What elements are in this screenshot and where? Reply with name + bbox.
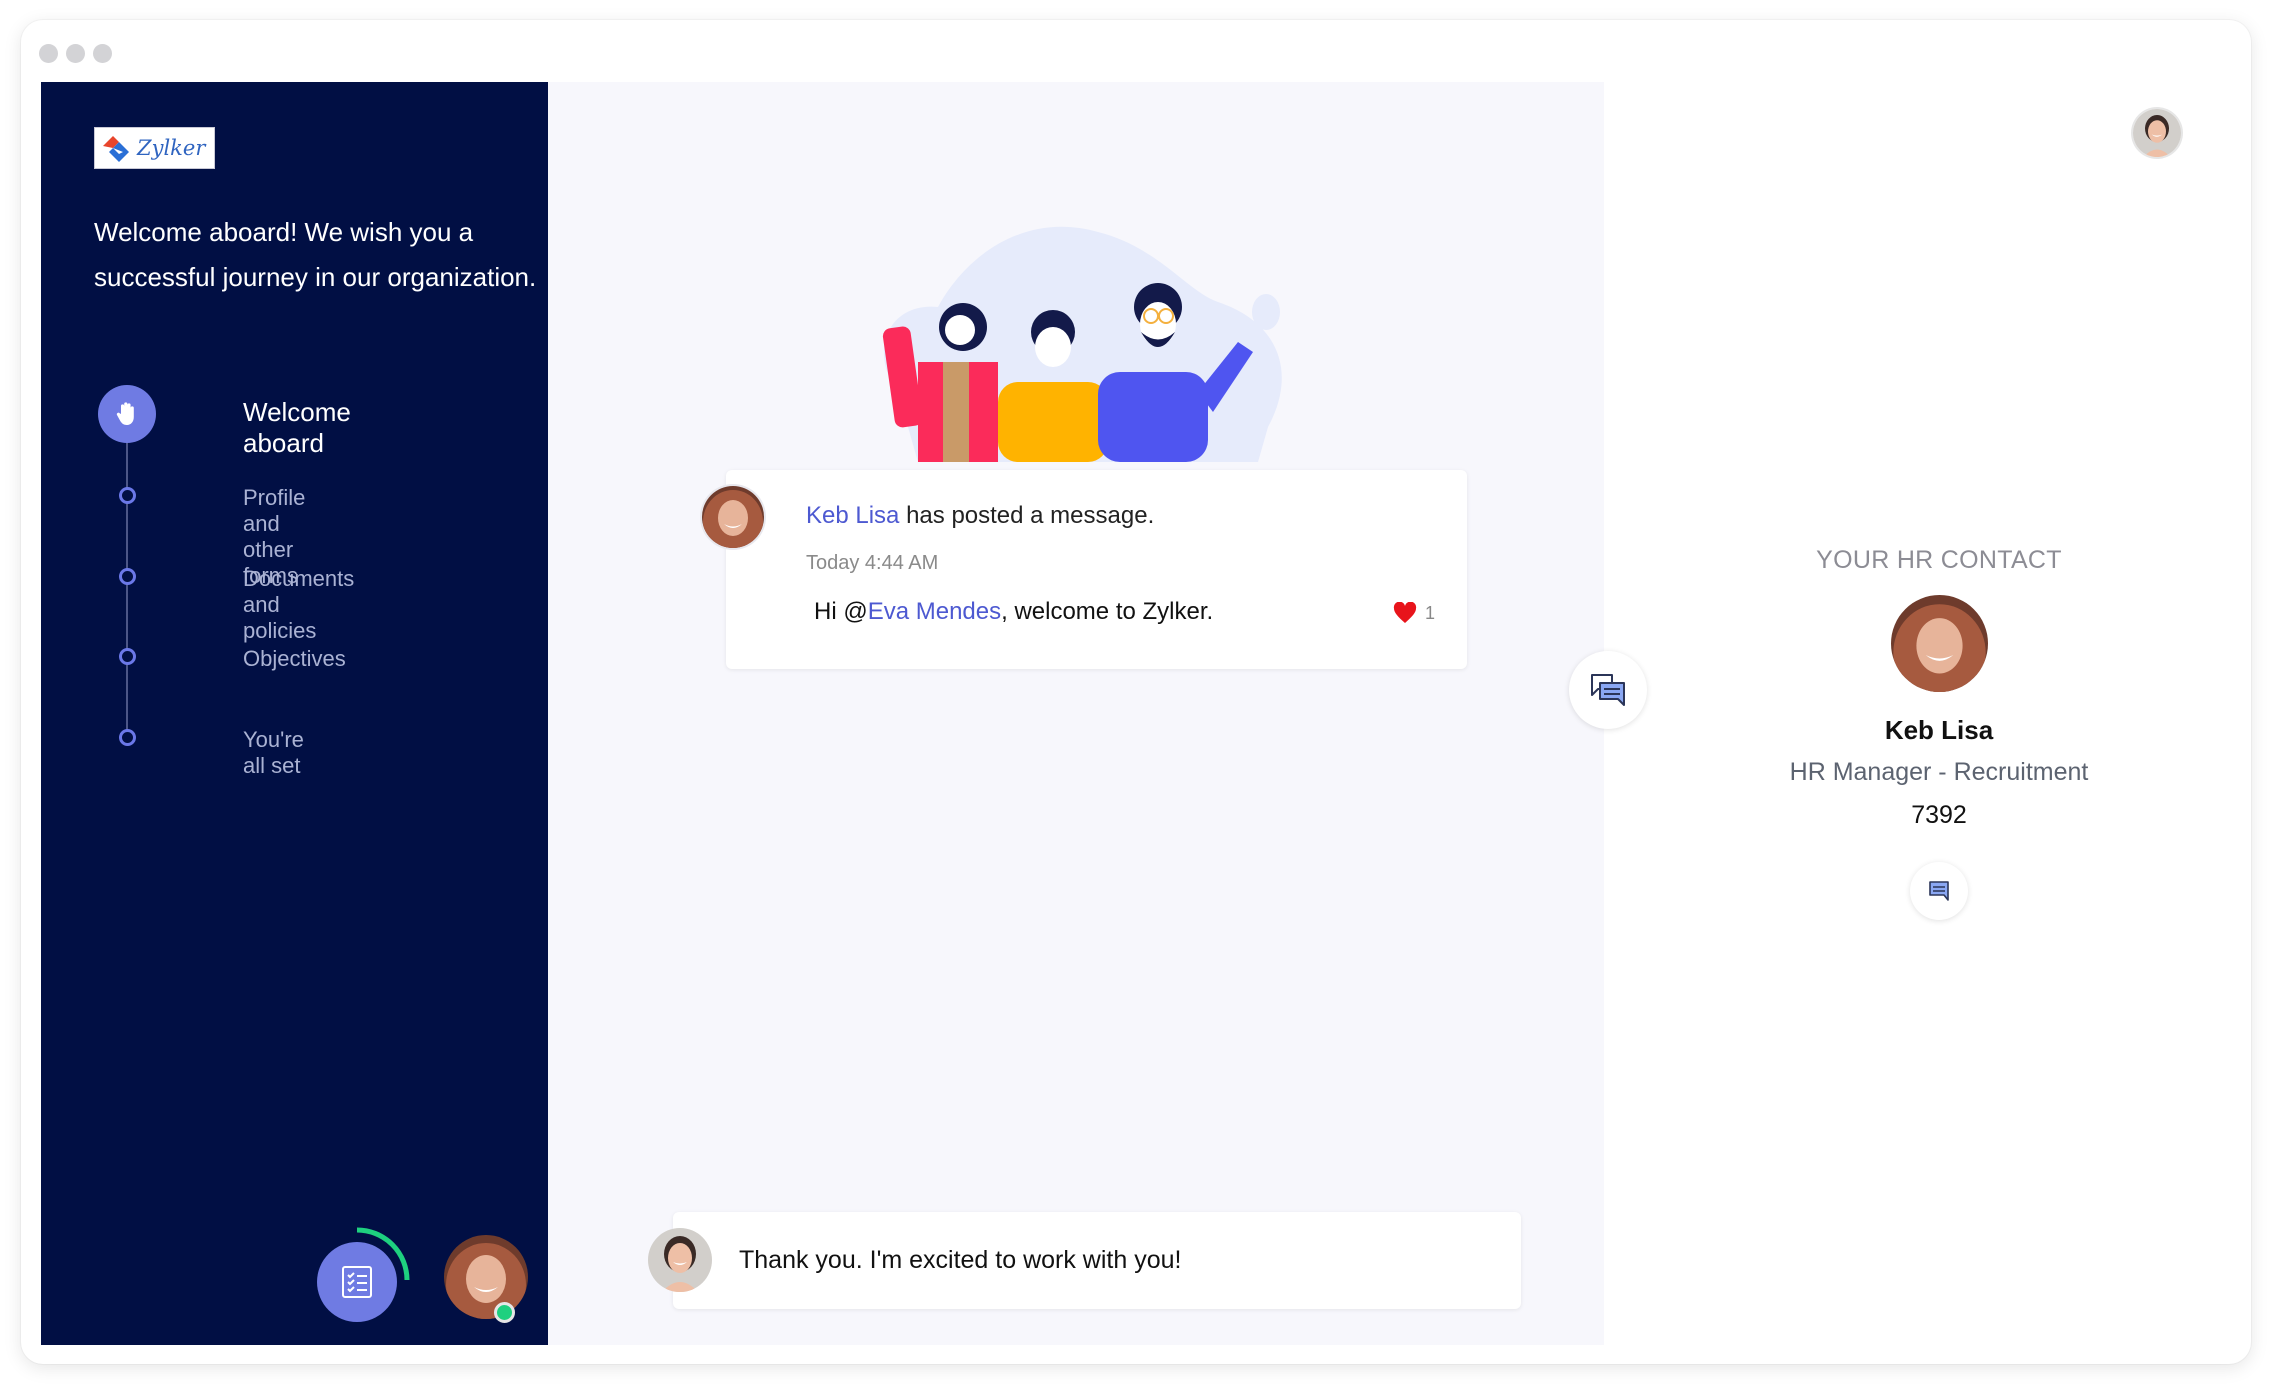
- hr-contact-title: YOUR HR CONTACT: [1816, 546, 2062, 574]
- logo-text: Zylker: [137, 136, 206, 160]
- hand-wave-icon: [116, 402, 134, 425]
- window-close-button[interactable]: [39, 44, 58, 63]
- window-maximize-button[interactable]: [93, 44, 112, 63]
- online-status-indicator: [494, 1302, 515, 1323]
- team-welcome-illustration: [882, 226, 1282, 462]
- post-header: Keb Lisa has posted a message.: [806, 502, 1154, 530]
- step-welcome-aboard[interactable]: Welcome aboard: [243, 397, 351, 459]
- avatar-photo: [444, 1235, 528, 1319]
- chat-bubble-icon: [1929, 881, 1949, 901]
- step-documents-and-policies[interactable]: Documents and policies: [243, 566, 354, 644]
- welcome-message: Welcome aboard! We wish you a successful…: [94, 217, 537, 292]
- zylker-logo[interactable]: Zylker: [94, 127, 215, 169]
- heart-icon: [1393, 602, 1417, 623]
- step-objectives[interactable]: Objectives: [243, 646, 346, 672]
- avatar-photo: [702, 486, 764, 548]
- like-button[interactable]: 1: [1393, 602, 1435, 624]
- checklist-icon: [342, 1266, 372, 1298]
- mention-link[interactable]: Eva Mendes: [868, 598, 1001, 625]
- current-user-avatar[interactable]: [444, 1235, 528, 1319]
- onboarding-sidebar: Zylker Welcome aboard! We wish you a suc…: [41, 82, 548, 1345]
- tasks-button[interactable]: [317, 1242, 397, 1322]
- message-post-card: Keb Lisa has posted a message. Today 4:4…: [702, 470, 1467, 669]
- step-welcome-aboard-indicator[interactable]: [98, 385, 156, 443]
- hr-contact-role: HR Manager - Recruitment: [1789, 758, 2089, 786]
- post-body-suffix: , welcome to Zylker.: [1001, 598, 1214, 625]
- avatar-photo: [648, 1228, 712, 1292]
- post-action-text: has posted a message.: [899, 502, 1155, 529]
- zylker-logo-icon: [103, 136, 129, 162]
- feed-pane: Keb Lisa has posted a message. Today 4:4…: [548, 82, 1604, 1345]
- app-window: Zylker Welcome aboard! We wish you a suc…: [21, 20, 2251, 1364]
- window-minimize-button[interactable]: [66, 44, 85, 63]
- reply-card: Thank you. I'm excited to work with you!: [648, 1212, 1521, 1309]
- open-chat-button[interactable]: [1569, 651, 1647, 729]
- post-timestamp: Today 4:44 AM: [806, 552, 939, 574]
- step-indicator: [119, 729, 136, 746]
- hr-contact-name: Keb Lisa: [1884, 715, 1994, 745]
- chat-bubbles-icon: [1591, 674, 1625, 706]
- reply-message-text: Thank you. I'm excited to work with you!: [739, 1246, 1182, 1274]
- post-author-link[interactable]: Keb Lisa: [806, 502, 899, 529]
- hr-contact-extension: 7392: [1911, 801, 1967, 829]
- avatar-photo: [2133, 109, 2181, 157]
- hr-contact-avatar[interactable]: [1891, 595, 1988, 692]
- message-hr-contact-button[interactable]: [1910, 862, 1968, 920]
- avatar-photo: [1891, 595, 1988, 692]
- like-count: 1: [1424, 602, 1435, 623]
- step-youre-all-set[interactable]: You're all set: [243, 727, 304, 779]
- step-indicator: [119, 648, 136, 665]
- step-indicator: [119, 568, 136, 585]
- step-indicator: [119, 487, 136, 504]
- post-author-avatar[interactable]: [702, 486, 764, 548]
- post-body: Hi @Eva Mendes, welcome to Zylker.: [814, 598, 1213, 626]
- profile-menu-avatar[interactable]: [2133, 109, 2181, 157]
- reply-author-avatar[interactable]: [648, 1228, 712, 1292]
- post-body-prefix: Hi @: [814, 598, 868, 625]
